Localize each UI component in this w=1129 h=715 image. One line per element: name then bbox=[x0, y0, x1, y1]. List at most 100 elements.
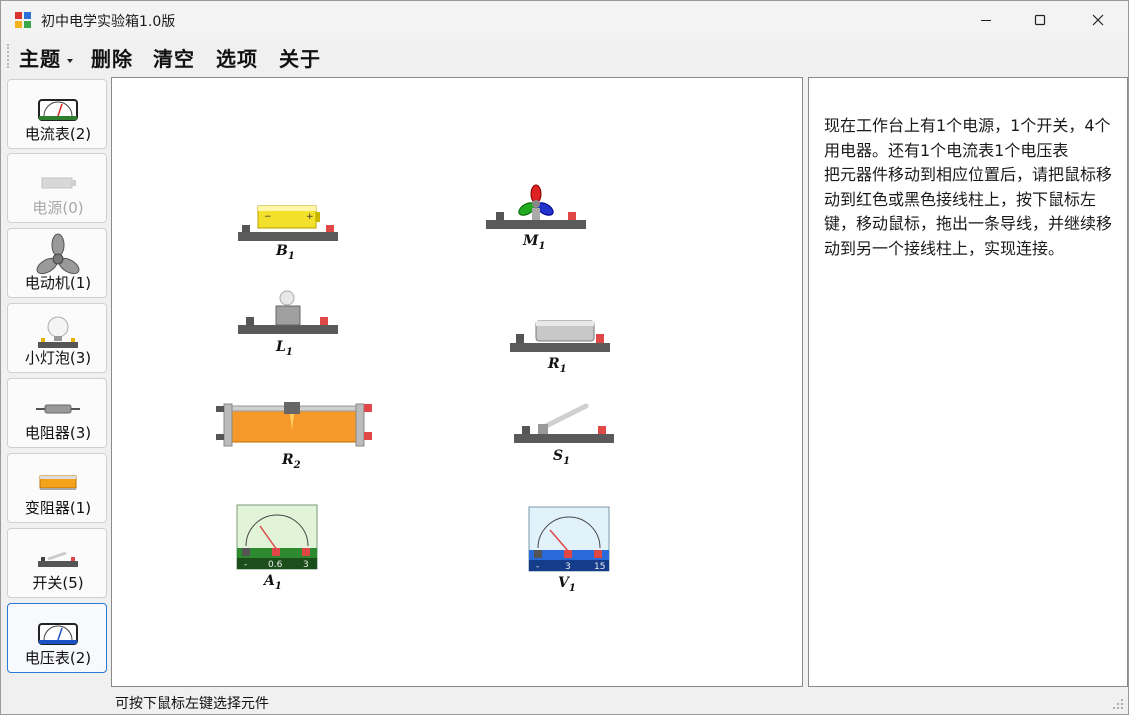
motor-component[interactable] bbox=[484, 182, 590, 232]
status-bar: 可按下鼠标左键选择元件 bbox=[1, 689, 1128, 714]
tool-bulb-label: 小灯泡(3) bbox=[24, 349, 92, 367]
terminal-red[interactable] bbox=[320, 317, 328, 325]
svg-text:+: + bbox=[306, 212, 314, 222]
tool-rheostat-button[interactable]: 变阻器(1) bbox=[7, 453, 107, 523]
menu-theme-label: 主题 bbox=[19, 47, 61, 71]
resistor-icon bbox=[36, 404, 80, 414]
tool-resistor-label: 电阻器(3) bbox=[24, 424, 92, 442]
switch-icon bbox=[38, 551, 78, 567]
tool-battery-button[interactable]: 电源(0) bbox=[7, 153, 107, 223]
label-L1-letter: L bbox=[276, 339, 286, 355]
terminal-red[interactable] bbox=[598, 426, 606, 434]
menu-theme[interactable]: 主题 bbox=[19, 43, 76, 72]
title-bar: 初中电学实验箱1.0版 bbox=[1, 1, 1128, 39]
ammeter-range-low: 0.6 bbox=[268, 560, 283, 570]
tool-rheostat-label: 变阻器(1) bbox=[24, 499, 92, 517]
bulb-icon bbox=[38, 316, 78, 348]
menu-bar: 主题 删除 清空 选项 关于 bbox=[1, 41, 1128, 73]
close-button[interactable] bbox=[1075, 1, 1121, 39]
label-B1-sub: 1 bbox=[287, 250, 295, 262]
switch-component[interactable] bbox=[512, 400, 616, 448]
ammeter-icon bbox=[38, 99, 78, 121]
label-A1: A1 bbox=[264, 573, 282, 592]
terminal-black[interactable] bbox=[534, 550, 542, 558]
label-M1-letter: M bbox=[523, 233, 539, 249]
tool-motor-button[interactable]: 电动机(1) bbox=[7, 228, 107, 298]
label-A1-sub: 1 bbox=[274, 580, 282, 592]
size-grip-icon[interactable] bbox=[1112, 698, 1124, 710]
status-text: 可按下鼠标左键选择元件 bbox=[115, 696, 269, 712]
terminal-red[interactable] bbox=[564, 550, 572, 558]
info-panel: 现在工作台上有1个电源，1个开关，4个用电器。还有1个电流表1个电压表 把元器件… bbox=[808, 77, 1128, 687]
rheostat-component[interactable] bbox=[216, 398, 374, 450]
label-V1: V1 bbox=[558, 575, 576, 594]
label-R2-letter: R bbox=[282, 452, 294, 468]
voltmeter-range-high: 15 bbox=[594, 562, 605, 572]
window-title: 初中电学实验箱1.0版 bbox=[41, 14, 176, 30]
terminal-red[interactable] bbox=[568, 212, 576, 220]
tool-voltmeter-button[interactable]: 电压表(2) bbox=[7, 603, 107, 673]
terminal-red[interactable] bbox=[326, 225, 334, 232]
menu-delete[interactable]: 删除 bbox=[91, 43, 133, 72]
bulb-component[interactable] bbox=[236, 288, 340, 338]
label-A1-letter: A bbox=[264, 573, 275, 589]
dropdown-arrow-icon bbox=[67, 58, 73, 63]
voltmeter-range-low: 3 bbox=[565, 562, 571, 572]
label-S1-sub: 1 bbox=[563, 455, 571, 467]
label-M1-sub: 1 bbox=[538, 240, 546, 252]
tool-battery-label: 电源(0) bbox=[32, 199, 84, 217]
battery-component[interactable]: − + bbox=[236, 200, 340, 244]
label-B1: B1 bbox=[276, 243, 295, 262]
terminal-red[interactable] bbox=[272, 548, 280, 556]
voltmeter-component[interactable]: - 3 15 bbox=[528, 506, 610, 572]
label-R1: R1 bbox=[548, 356, 567, 375]
label-V1-letter: V bbox=[558, 575, 569, 591]
tool-resistor-button[interactable]: 电阻器(3) bbox=[7, 378, 107, 448]
minimize-button[interactable] bbox=[963, 1, 1009, 39]
ammeter-minus: - bbox=[244, 560, 247, 570]
terminal-black[interactable] bbox=[242, 548, 250, 556]
menu-clear[interactable]: 清空 bbox=[153, 43, 195, 72]
terminal-black[interactable] bbox=[496, 212, 504, 220]
terminal-black[interactable] bbox=[522, 426, 530, 434]
info-text: 现在工作台上有1个电源，1个开关，4个用电器。还有1个电流表1个电压表 把元器件… bbox=[824, 116, 1113, 258]
menu-options[interactable]: 选项 bbox=[216, 43, 258, 72]
label-R2: R2 bbox=[282, 452, 301, 471]
tool-ammeter-button[interactable]: 电流表(2) bbox=[7, 79, 107, 149]
app-window: 初中电学实验箱1.0版 主题 删除 清空 选项 关于 电流表(2) 电源(0) … bbox=[0, 0, 1129, 715]
voltmeter-icon bbox=[38, 623, 78, 645]
terminal-black[interactable] bbox=[216, 434, 224, 440]
svg-text:−: − bbox=[264, 212, 272, 222]
tool-switch-button[interactable]: 开关(5) bbox=[7, 528, 107, 598]
maximize-icon bbox=[1034, 14, 1046, 26]
terminal-black[interactable] bbox=[216, 406, 224, 412]
app-icon bbox=[15, 12, 31, 28]
ammeter-component[interactable]: - 0.6 3 bbox=[236, 504, 318, 570]
terminal-red[interactable] bbox=[596, 334, 604, 343]
label-B1-letter: B bbox=[276, 243, 288, 259]
terminal-black[interactable] bbox=[516, 334, 524, 343]
label-S1-letter: S bbox=[553, 448, 564, 464]
terminal-red[interactable] bbox=[364, 404, 372, 412]
label-R2-sub: 2 bbox=[293, 459, 301, 471]
ammeter-range-high: 3 bbox=[303, 560, 309, 570]
maximize-button[interactable] bbox=[1017, 1, 1063, 39]
terminal-red[interactable] bbox=[302, 548, 310, 556]
menu-about[interactable]: 关于 bbox=[279, 43, 321, 72]
close-icon bbox=[1092, 14, 1104, 26]
battery-icon bbox=[41, 177, 76, 189]
terminal-black[interactable] bbox=[242, 225, 250, 232]
label-M1: M1 bbox=[523, 233, 545, 252]
resistor-component[interactable] bbox=[508, 316, 612, 356]
voltmeter-minus: - bbox=[536, 562, 539, 572]
terminal-red[interactable] bbox=[594, 550, 602, 558]
tool-bulb-button[interactable]: 小灯泡(3) bbox=[7, 303, 107, 373]
tool-motor-label: 电动机(1) bbox=[24, 274, 92, 292]
rheostat-icon bbox=[39, 475, 77, 490]
terminal-black[interactable] bbox=[246, 317, 254, 325]
label-L1-sub: 1 bbox=[285, 346, 293, 358]
tool-voltmeter-label: 电压表(2) bbox=[24, 649, 92, 667]
label-S1: S1 bbox=[553, 448, 570, 467]
terminal-red[interactable] bbox=[364, 432, 372, 440]
workbench-canvas[interactable]: − + B1 M1 L1 R1 R2 S1 - 0.6 3 A1 - 3 15 … bbox=[111, 77, 803, 687]
